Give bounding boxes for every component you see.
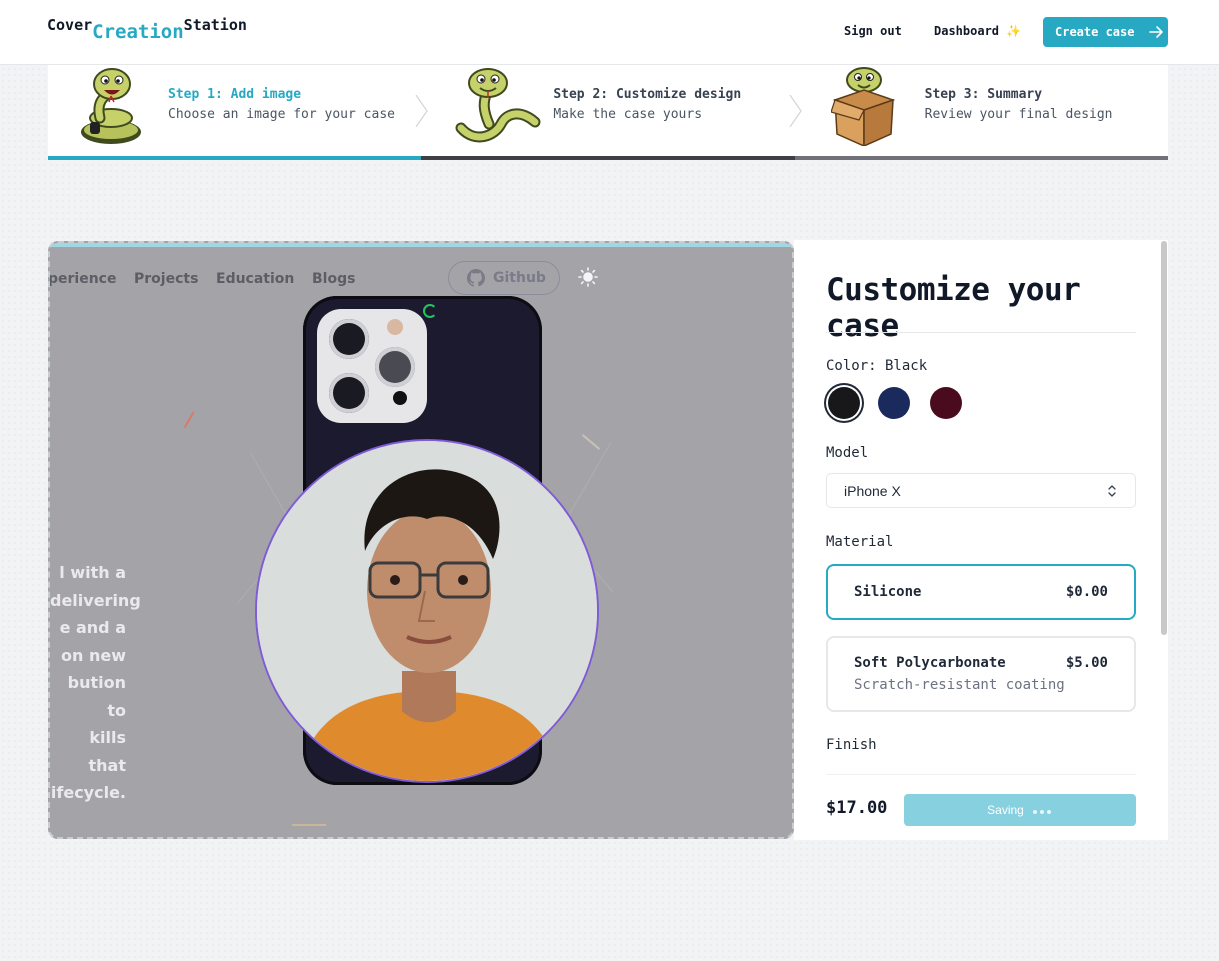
divider — [826, 332, 1136, 333]
material-name: Soft Polycarbonate — [854, 655, 1006, 671]
decorative-streak — [581, 434, 601, 450]
preview-nav-blogs: Blogs — [312, 271, 356, 287]
side-text-line: e and a — [59, 618, 126, 637]
step-3-progress-bar — [794, 156, 1168, 160]
chevron-right-icon — [789, 95, 802, 127]
snake-mascot-image — [81, 68, 141, 144]
step-1-title: Step 1: Add image — [168, 87, 302, 102]
portrait-image — [257, 441, 597, 781]
total-price: $17.00 — [826, 798, 888, 818]
logo-part-station: Station — [183, 16, 247, 34]
step-add-image: Step 1: Add image Choose an image for yo… — [48, 65, 429, 160]
preview-nav-projects: Projects — [134, 271, 199, 287]
side-text-line: delivering — [50, 590, 141, 610]
material-label: Material — [826, 534, 894, 550]
step-1-description: Choose an image for your case — [168, 107, 395, 122]
customize-panel: Customize your case Color: Black Model i… — [794, 240, 1168, 840]
model-select[interactable]: iPhone X — [826, 473, 1136, 508]
color-label: Color: Black — [826, 358, 928, 374]
material-name: Silicone — [854, 584, 922, 600]
customize-heading: Customize your case — [826, 272, 1081, 344]
camera-lens — [329, 373, 369, 413]
model-select-value: iPhone X — [844, 482, 901, 499]
dashboard-link[interactable]: Dashboard ✨ — [934, 24, 1021, 38]
camera-flash — [387, 319, 403, 335]
step-2-progress-bar — [421, 156, 795, 160]
preview-side-text: l with a delivering e and a on new butio… — [50, 559, 141, 807]
preview-nav-education: Education — [216, 271, 295, 287]
preview-github-button: Github — [448, 261, 560, 295]
decorative-streak — [183, 411, 195, 429]
github-icon — [467, 269, 485, 287]
case-preview-area[interactable]: perience Projects Education Blogs Github… — [48, 241, 794, 839]
color-swatch-blue[interactable] — [878, 387, 910, 419]
step-2-title: Step 2: Customize design — [553, 87, 742, 102]
loading-dots-icon — [1032, 803, 1053, 817]
side-text-line: on new — [61, 645, 126, 665]
finish-label: Finish — [826, 737, 877, 753]
loading-spinner-icon — [423, 304, 437, 318]
color-swatch-black[interactable] — [828, 387, 860, 419]
material-option-soft-polycarbonate[interactable]: Soft Polycarbonate Scratch-resistant coa… — [826, 636, 1136, 712]
saving-button[interactable]: Saving — [904, 794, 1136, 826]
side-text-line: l with a — [59, 563, 126, 582]
material-option-silicone[interactable]: Silicone $0.00 — [826, 564, 1136, 620]
sign-out-link[interactable]: Sign out — [844, 24, 902, 38]
camera-module — [317, 309, 427, 423]
step-2-description: Make the case yours — [553, 107, 703, 122]
sun-icon — [578, 267, 598, 287]
uploaded-portrait-image[interactable] — [255, 439, 599, 783]
arrow-right-icon — [1149, 26, 1164, 38]
preview-nav-experience: perience — [48, 271, 117, 287]
side-text-line: kills that — [88, 728, 126, 775]
top-navbar: Cover Creation Station Sign out Dashboar… — [0, 0, 1219, 65]
logo-part-cover: Cover — [47, 16, 93, 34]
step-3-description: Review your final design — [924, 107, 1113, 122]
step-customize-design: Step 2: Customize design Make the case y… — [421, 65, 802, 160]
model-label: Model — [826, 445, 869, 461]
create-case-label: Create case — [1055, 25, 1135, 39]
preview-top-line — [50, 243, 792, 247]
create-case-button[interactable]: Create case — [1043, 17, 1168, 47]
camera-mic — [393, 391, 407, 405]
material-price: $5.00 — [1065, 655, 1108, 671]
progress-steps: Step 1: Add image Choose an image for yo… — [48, 65, 1168, 160]
material-description: Scratch-resistant coating — [854, 677, 1065, 693]
side-text-line: ifecycle. — [50, 783, 126, 802]
saving-label: Saving — [987, 803, 1024, 817]
logo[interactable]: Cover Creation Station — [47, 16, 247, 43]
divider — [826, 774, 1136, 775]
chevrons-up-down-icon — [1108, 485, 1116, 497]
camera-lens — [375, 347, 415, 387]
step-3-title: Step 3: Summary — [924, 87, 1043, 102]
preview-github-label: Github — [493, 270, 546, 286]
chevron-right-icon — [415, 95, 429, 127]
decorative-streak — [292, 824, 326, 826]
side-text-line: bution to — [67, 673, 126, 720]
snake-in-box-image — [830, 67, 895, 146]
step-summary: Step 3: Summary Review your final design — [794, 65, 1168, 160]
step-1-progress-bar — [48, 156, 422, 160]
logo-part-creation: Creation — [92, 21, 184, 43]
camera-lens — [329, 319, 369, 359]
color-swatch-rose[interactable] — [930, 387, 962, 419]
snake-mascot-image — [455, 68, 541, 143]
material-price: $0.00 — [1065, 584, 1108, 600]
